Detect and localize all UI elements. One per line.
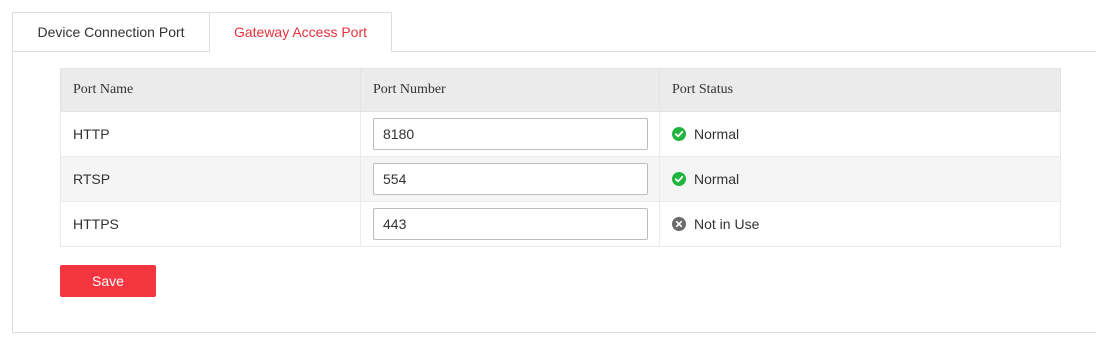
port-status-cell: Normal: [659, 111, 1061, 157]
port-number-input[interactable]: [373, 163, 648, 195]
tab-label: Gateway Access Port: [233, 24, 368, 40]
port-number-input[interactable]: [373, 118, 648, 150]
port-name-cell: HTTP: [60, 111, 361, 157]
column-header-port-status: Port Status: [659, 68, 1061, 112]
column-header-port-name: Port Name: [60, 68, 361, 112]
tab-gateway-access-port[interactable]: Gateway Access Port: [210, 12, 392, 52]
tab-device-connection-port[interactable]: Device Connection Port: [12, 12, 210, 52]
port-status-cell: Normal: [659, 156, 1061, 202]
table-row: HTTP Normal: [60, 111, 1061, 157]
status-indicator: Normal: [672, 171, 1048, 187]
port-number-cell: [360, 111, 660, 157]
status-indicator: Not in Use: [672, 216, 1048, 232]
status-indicator: Normal: [672, 126, 1048, 142]
port-number-cell: [360, 156, 660, 202]
save-button[interactable]: Save: [60, 265, 156, 297]
check-circle-icon: [672, 172, 686, 186]
status-text: Not in Use: [694, 216, 760, 232]
check-circle-icon: [672, 127, 686, 141]
column-header-port-number: Port Number: [360, 68, 660, 112]
table-header-row: Port Name Port Number Port Status: [60, 68, 1061, 112]
status-text: Normal: [694, 126, 740, 142]
status-text: Normal: [694, 171, 740, 187]
port-status-cell: Not in Use: [659, 201, 1061, 247]
port-tabs: Device Connection Port Gateway Access Po…: [12, 12, 392, 52]
table-row: RTSP Normal: [60, 156, 1061, 202]
port-name-cell: RTSP: [60, 156, 361, 202]
table-row: HTTPS Not in Use: [60, 201, 1061, 247]
port-table: Port Name Port Number Port Status HTTP 8…: [60, 68, 1061, 247]
x-circle-icon: [672, 217, 686, 231]
port-number-input[interactable]: [373, 208, 648, 240]
tab-label: Device Connection Port: [37, 24, 185, 40]
port-number-cell: [360, 201, 660, 247]
tab-panel: Port Name Port Number Port Status HTTP 8…: [12, 51, 1096, 333]
port-name-cell: HTTPS: [60, 201, 361, 247]
